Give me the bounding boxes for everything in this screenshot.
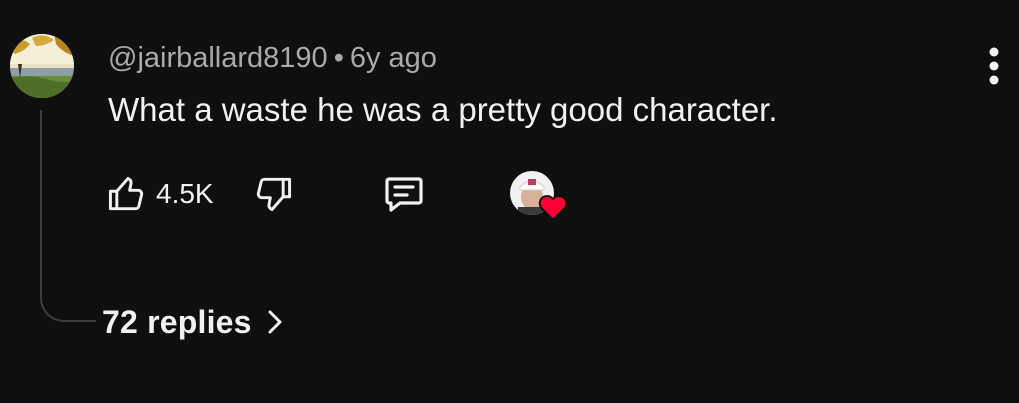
creator-heart-badge <box>510 171 568 221</box>
thread-connector-line <box>40 110 96 322</box>
comment-meta: @jairballard8190 • 6y ago <box>108 38 437 78</box>
landscape-avatar-icon <box>10 34 74 98</box>
replies-count-label: 72 replies <box>102 303 252 340</box>
creator-heart-icon <box>538 195 568 221</box>
comment-actions: 4.5K <box>100 166 580 222</box>
reply-button[interactable] <box>380 166 428 222</box>
meta-separator: • <box>333 42 344 74</box>
comment-reply-icon <box>385 177 423 212</box>
author-handle[interactable]: @jairballard8190 <box>108 42 328 74</box>
comment-text: What a waste he was a pretty good charac… <box>108 91 778 128</box>
dislike-button[interactable] <box>252 166 296 222</box>
comment-thread: @jairballard8190 • 6y ago What a waste he … <box>0 0 1019 403</box>
like-count: 4.5K <box>156 178 214 209</box>
view-replies-button[interactable]: 72 replies <box>102 296 284 348</box>
comment-timestamp: 6y ago <box>349 42 437 74</box>
comment-menu-button[interactable] <box>978 44 1010 88</box>
author-avatar[interactable] <box>10 34 74 98</box>
thumbs-up-icon <box>108 176 144 211</box>
thumbs-down-icon <box>256 177 292 212</box>
chevron-right-icon <box>266 307 284 337</box>
more-vertical-icon <box>989 47 999 85</box>
like-button[interactable]: 4.5K <box>104 166 214 222</box>
